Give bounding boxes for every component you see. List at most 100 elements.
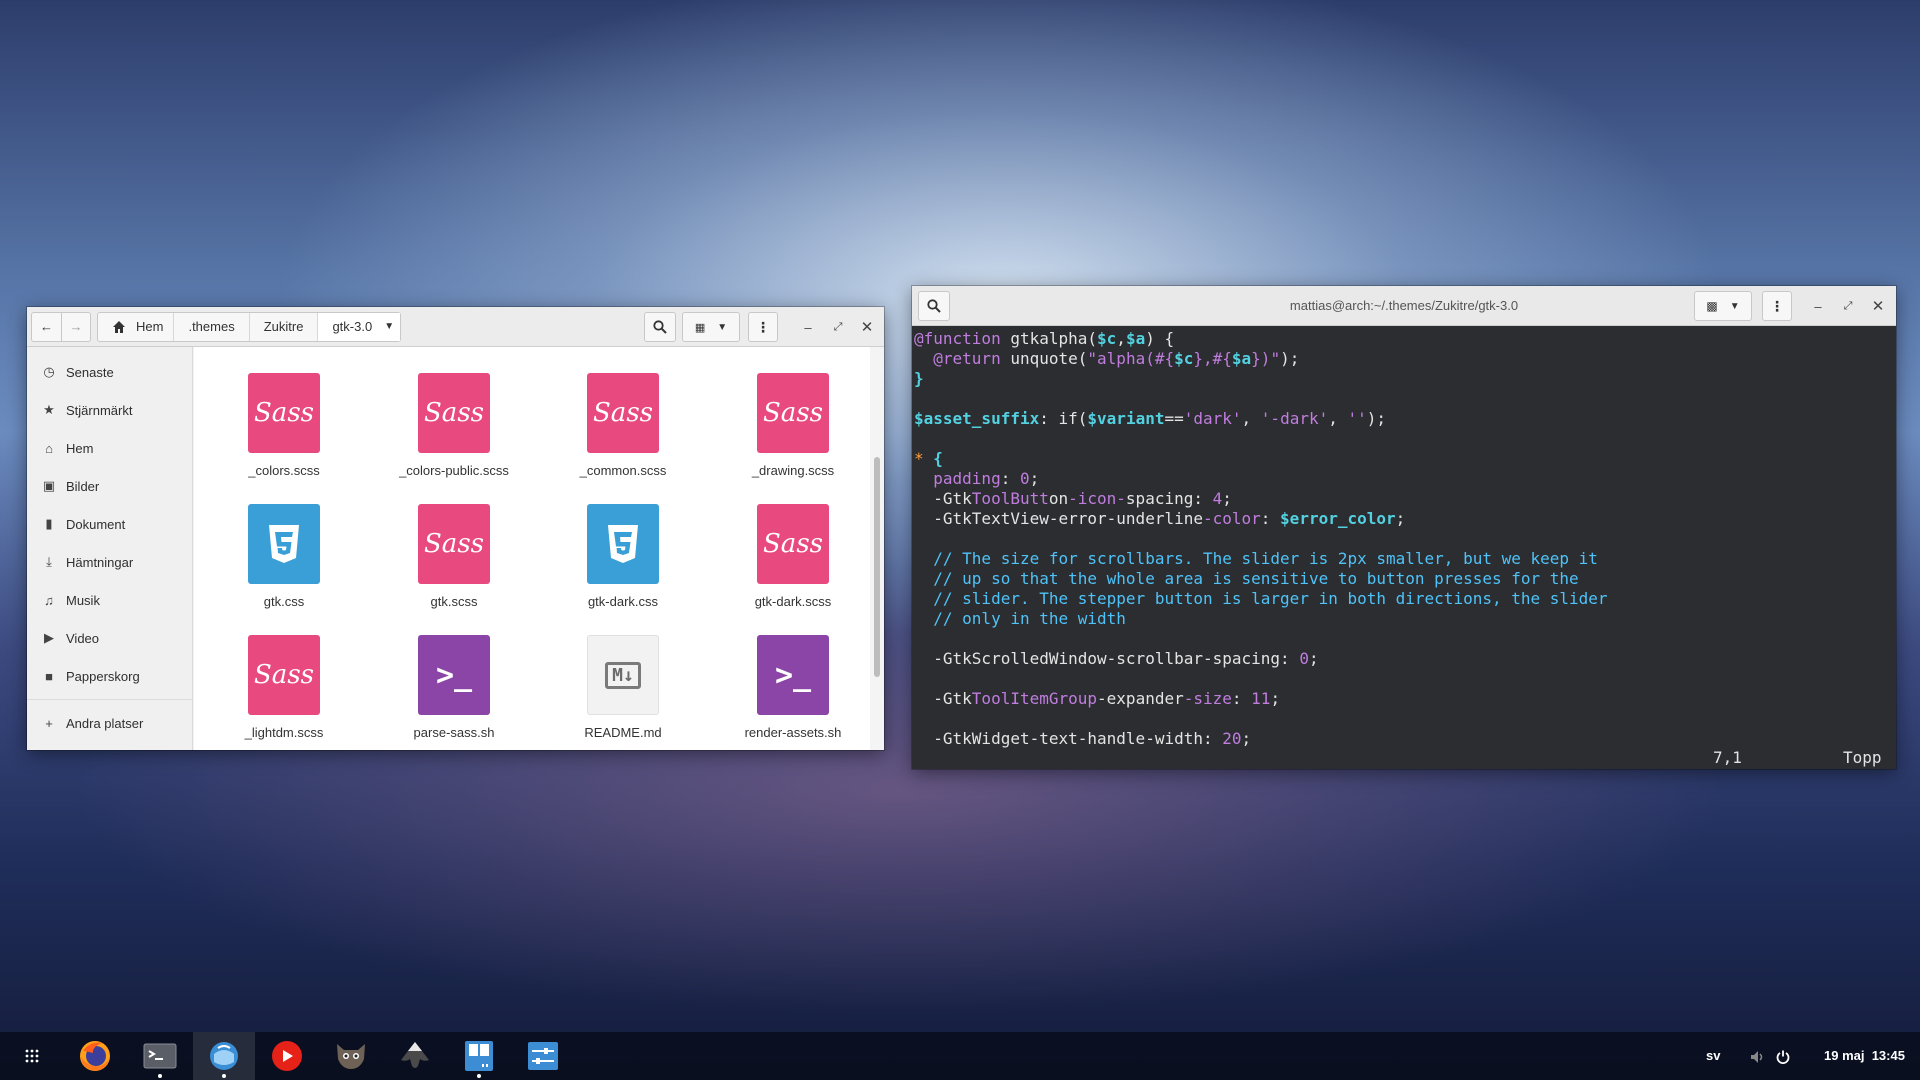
sass-file-icon: Sass xyxy=(587,373,659,453)
volume-button[interactable] xyxy=(1750,1032,1766,1080)
sidebar-item-documents[interactable]: ▮ Dokument xyxy=(27,505,192,543)
power-button[interactable] xyxy=(1776,1032,1790,1080)
sidebar-item-pictures[interactable]: ▣ Bilder xyxy=(27,467,192,505)
file-item[interactable]: gtk-dark.css xyxy=(543,504,703,609)
kebab-menu-icon: ⋮ xyxy=(1770,297,1784,314)
taskbar-app-files[interactable] xyxy=(193,1032,255,1080)
breadcrumb-item-themes[interactable]: .themes xyxy=(174,312,250,341)
file-item[interactable]: gtk.css xyxy=(204,504,364,609)
terminal-headerbar: mattias@arch:~/.themes/Zukitre/gtk-3.0 ▩… xyxy=(912,286,1896,326)
sidebar-item-music[interactable]: ♫ Musik xyxy=(27,581,192,619)
download-icon: ⤓ xyxy=(46,554,52,569)
taskbar-app-text-editor[interactable] xyxy=(448,1032,510,1080)
sidebar-item-label: Papperskorg xyxy=(66,668,140,684)
home-icon xyxy=(113,320,125,333)
taskbar-app-gimp[interactable] xyxy=(320,1032,382,1080)
close-button[interactable]: ✕ xyxy=(853,313,881,341)
breadcrumb-label: gtk-3.0 xyxy=(332,319,373,334)
file-name: README.md xyxy=(584,725,662,740)
inkscape-icon xyxy=(401,1042,429,1068)
code-line: } xyxy=(914,369,924,388)
vertical-scrollbar[interactable] xyxy=(870,347,884,750)
new-tab-button[interactable]: ▩ ▼ xyxy=(1694,291,1752,321)
taskbar-app-firefox[interactable] xyxy=(64,1032,126,1080)
close-button[interactable]: ✕ xyxy=(1864,292,1892,320)
file-item[interactable]: Sass _common.scss xyxy=(543,373,703,478)
css3-file-icon xyxy=(248,504,320,584)
chevron-down-icon: ▼ xyxy=(384,321,395,332)
file-item[interactable]: Sass _lightdm.scss xyxy=(204,635,364,740)
search-button[interactable] xyxy=(644,312,676,342)
markdown-file-icon: M↓ xyxy=(587,635,659,715)
minimize-button[interactable]: – xyxy=(1804,292,1832,320)
file-item[interactable]: Sass _colors-public.scss xyxy=(374,373,534,478)
app-launcher-button[interactable] xyxy=(2,1032,62,1080)
maximize-button[interactable]: ⤢ xyxy=(1834,292,1862,320)
maximize-button[interactable]: ⤢ xyxy=(824,313,852,341)
code-line: -GtkToolItemGroup-expander-size: 11; xyxy=(914,689,1281,708)
terminal-menu-button[interactable]: ⋮ xyxy=(1762,291,1792,321)
breadcrumb-item-home[interactable]: Hem xyxy=(98,312,175,341)
taskbar-app-youtube[interactable] xyxy=(256,1032,318,1080)
sidebar-item-trash[interactable]: ■ Papperskorg xyxy=(27,657,192,695)
file-item[interactable]: Sass gtk.scss xyxy=(374,504,534,609)
css3-file-icon xyxy=(587,504,659,584)
maximize-icon: ⤢ xyxy=(1843,299,1853,312)
terminal-content[interactable]: @function gtkalpha($c,$a) { @return unqu… xyxy=(912,326,1896,769)
search-icon xyxy=(927,298,941,313)
breadcrumb-item-zukitre[interactable]: Zukitre xyxy=(250,312,319,341)
sidebar-item-label: Andra platser xyxy=(66,715,144,731)
breadcrumb-item-current[interactable]: gtk-3.0 ▼ xyxy=(318,312,401,341)
sidebar-item-starred[interactable]: ★ Stjärnmärkt xyxy=(27,391,192,429)
clock-icon: ◷ xyxy=(43,364,55,379)
clock[interactable]: 19 maj 13:45 xyxy=(1824,1032,1905,1080)
breadcrumb-label: Zukitre xyxy=(263,319,304,334)
back-button[interactable]: ← xyxy=(31,311,61,342)
sidebar-item-other-locations[interactable]: + Andra platser xyxy=(27,704,192,742)
running-indicator xyxy=(477,1074,481,1078)
keyboard-layout-indicator[interactable]: sv xyxy=(1706,1032,1720,1080)
text-editor-icon xyxy=(465,1041,493,1071)
file-item[interactable]: Sass _drawing.scss xyxy=(713,373,873,478)
sidebar-item-downloads[interactable]: ⤓ Hämtningar xyxy=(27,543,192,581)
sass-file-icon: Sass xyxy=(757,504,829,584)
scrollbar-thumb[interactable] xyxy=(874,457,880,677)
terminal-search-button[interactable] xyxy=(918,290,950,321)
sidebar-item-recent[interactable]: ◷ Senaste xyxy=(27,353,192,391)
maximize-icon: ⤢ xyxy=(833,320,843,333)
file-item[interactable]: >_ parse-sass.sh xyxy=(374,635,534,740)
sidebar-item-label: Video xyxy=(66,630,100,646)
sass-logo-text: Sass xyxy=(763,529,823,559)
taskbar-app-inkscape[interactable] xyxy=(384,1032,446,1080)
video-icon: ▶ xyxy=(44,630,54,645)
file-item[interactable]: Sass gtk-dark.scss xyxy=(713,504,873,609)
code-line: // slider. The stepper button is larger … xyxy=(914,589,1608,608)
minimize-icon: – xyxy=(1814,298,1822,314)
shell-prompt-text: >_ xyxy=(774,657,812,693)
sidebar-item-home[interactable]: ⌂ Hem xyxy=(27,429,192,467)
gimp-icon xyxy=(337,1044,365,1069)
forward-button[interactable]: → xyxy=(61,311,91,342)
menu-button[interactable]: ⋮ xyxy=(748,312,778,342)
file-item[interactable]: Sass _colors.scss xyxy=(204,373,364,478)
sidebar-item-label: Musik xyxy=(66,592,100,608)
sidebar-divider xyxy=(27,699,192,700)
file-item[interactable]: >_ render-assets.sh xyxy=(713,635,873,740)
code-line: // The size for scrollbars. The slider i… xyxy=(914,549,1598,568)
taskbar-app-settings[interactable] xyxy=(512,1032,574,1080)
sidebar-item-videos[interactable]: ▶ Video xyxy=(27,619,192,657)
minimize-icon: – xyxy=(804,319,812,335)
taskbar-app-terminal[interactable] xyxy=(129,1032,191,1080)
arrow-left-icon: ← xyxy=(40,319,53,334)
kebab-menu-icon: ⋮ xyxy=(756,319,770,335)
sidebar-item-label: Bilder xyxy=(66,478,100,494)
view-options-button[interactable]: ▦ ▼ xyxy=(682,312,740,342)
file-item[interactable]: M↓ README.md xyxy=(543,635,703,740)
minimize-button[interactable]: – xyxy=(794,313,822,341)
sass-logo-text: Sass xyxy=(424,398,484,428)
sass-file-icon: Sass xyxy=(757,373,829,453)
